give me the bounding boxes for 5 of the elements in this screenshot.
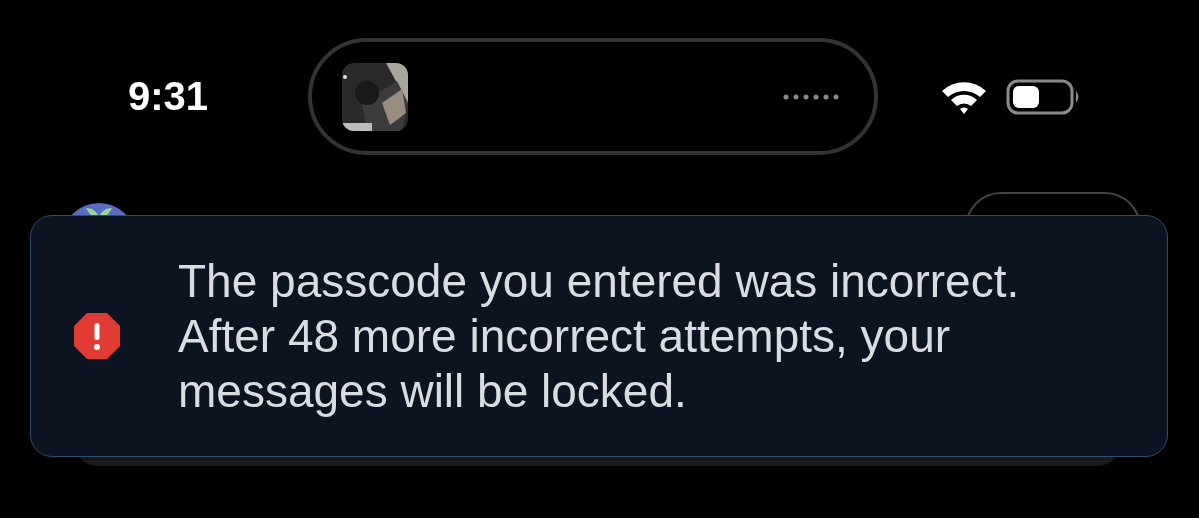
error-icon: [73, 312, 121, 360]
dynamic-island[interactable]: [308, 38, 878, 155]
error-message: The passcode you entered was incorrect. After 48 more incorrect attempts, your messages will be locked.: [178, 253, 1021, 419]
status-time: 9:31: [128, 74, 209, 118]
audio-level-icon: [782, 92, 840, 101]
